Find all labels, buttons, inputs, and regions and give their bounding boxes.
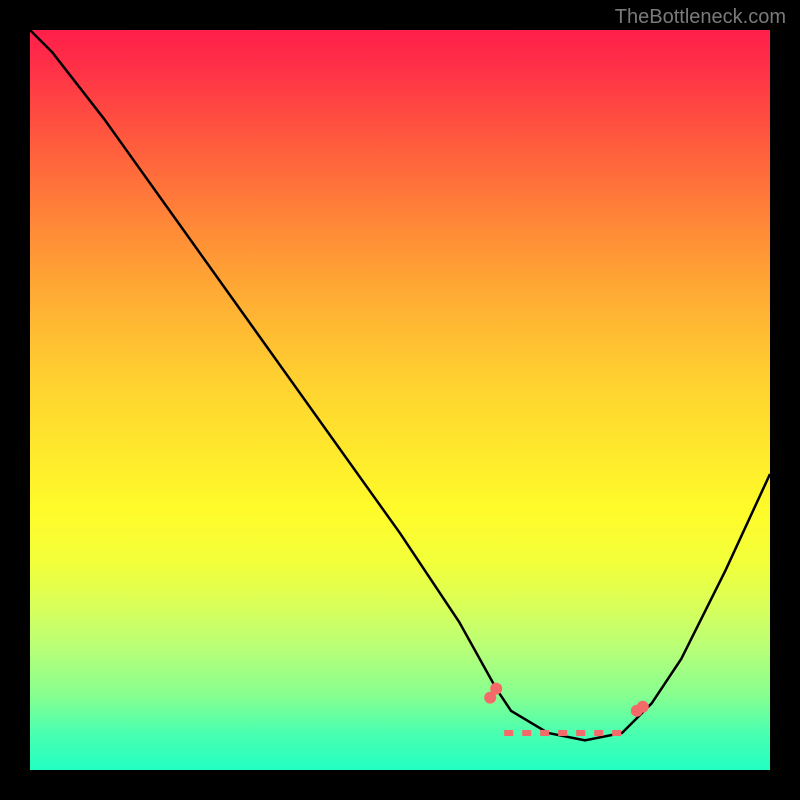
- chart-canvas: [30, 30, 770, 770]
- bottleneck-curve: [30, 30, 770, 770]
- watermark-text: TheBottleneck.com: [615, 6, 786, 29]
- curve-path: [30, 30, 770, 740]
